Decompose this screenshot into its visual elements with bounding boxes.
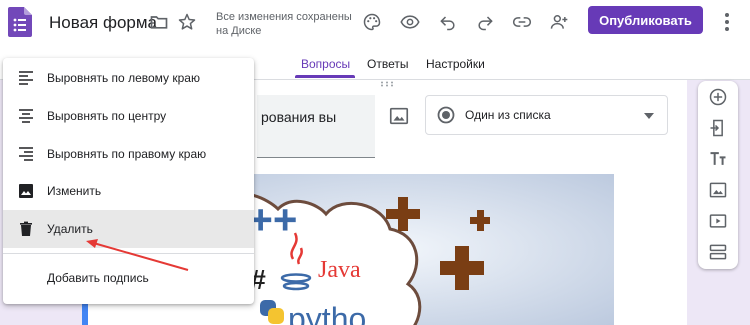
tab-responses[interactable]: Ответы [367,57,408,71]
undo-icon[interactable] [437,11,459,33]
link-icon[interactable] [511,11,533,33]
menu-item-label: Выровнять по центру [47,109,167,123]
menu-item-label: Удалить [47,222,93,236]
align-center-icon [19,109,33,123]
menu-item-align-center[interactable]: Выровнять по центру [3,97,254,135]
menu-item-delete[interactable]: Удалить [3,210,254,248]
menu-item-align-left[interactable]: Выровнять по левому краю [3,59,254,97]
top-bar: Новая форма Все изменения сохранены на Д… [0,0,750,45]
add-video-icon[interactable] [707,210,729,232]
tab-settings[interactable]: Настройки [426,57,485,71]
question-type-select[interactable]: Один из списка [425,95,668,135]
image-context-menu: Выровнять по левому краю Выровнять по це… [3,58,254,304]
menu-item-add-caption[interactable]: Добавить подпись [3,259,254,297]
drag-handle-icon[interactable] [380,81,394,87]
doc-title[interactable]: Новая форма [49,13,157,33]
menu-item-label: Выровнять по левому краю [47,71,200,85]
palette-icon[interactable] [361,11,383,33]
add-collaborator-icon[interactable] [548,11,570,33]
star-icon[interactable] [176,11,198,33]
menu-divider [3,253,254,254]
redo-icon[interactable] [474,11,496,33]
trash-icon [20,221,32,236]
python-logo-text: pytho [288,301,366,325]
dropdown-arrow-icon [644,113,654,119]
active-tab-indicator [295,75,355,78]
tab-questions[interactable]: Вопросы [301,57,350,71]
add-question-icon[interactable] [707,86,729,108]
save-status: Все изменения сохранены на Диске [216,11,352,37]
forms-logo-icon[interactable] [8,7,32,37]
active-card-indicator [82,301,88,325]
image-icon [19,184,33,198]
add-section-icon[interactable] [707,241,729,263]
java-logo-text: Java [318,257,361,283]
align-left-icon [19,71,33,85]
import-icon[interactable] [707,117,729,139]
menu-item-label: Выровнять по правому краю [47,147,207,161]
question-title-input[interactable]: рования вы [257,95,375,158]
side-toolbar [698,81,738,269]
menu-item-label: Добавить подпись [47,271,149,285]
more-icon[interactable] [724,12,730,32]
menu-item-label: Изменить [47,184,102,198]
menu-item-align-right[interactable]: Выровнять по правому краю [3,135,254,173]
eye-icon[interactable] [399,11,421,33]
question-title-text: рования вы [261,109,337,125]
radio-button-icon [437,106,455,124]
question-type-label: Один из списка [465,108,551,122]
title-text-icon[interactable] [707,148,729,170]
align-right-icon [19,147,33,161]
add-image-icon[interactable] [388,105,410,127]
publish-button[interactable]: Опубликовать [588,6,703,34]
menu-item-change[interactable]: Изменить [3,172,254,210]
add-image-icon[interactable] [707,179,729,201]
folder-icon[interactable] [148,11,170,33]
